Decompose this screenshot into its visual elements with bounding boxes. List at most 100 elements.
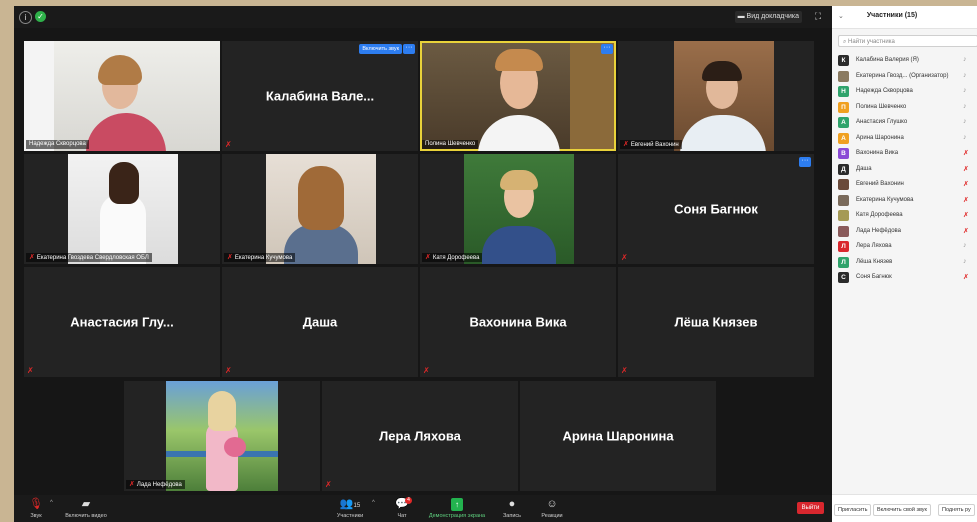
- video-tile-knyazev[interactable]: Лёша Князев ✗: [618, 267, 814, 377]
- reactions-button[interactable]: ☺ Реакции: [538, 498, 566, 519]
- participant-mic-icon: ♪: [963, 87, 967, 94]
- participants-button[interactable]: 👥15 Участники: [334, 498, 366, 519]
- search-participant-input[interactable]: ⌕ Найти участника: [838, 35, 977, 47]
- participant-name: Арина Шаронина: [856, 134, 904, 141]
- participant-avatar: П: [838, 101, 849, 113]
- unmute-me-button[interactable]: Включить свой звук: [873, 504, 931, 516]
- zoom-window: i ✓ ▬ Вид докладчика ⛶ Надежда Скворцова…: [14, 6, 977, 522]
- video-tile-kalabina[interactable]: Калабина Вале... Включить звук ··· ✗: [222, 41, 418, 151]
- participant-row[interactable]: Д Даша ✗: [832, 162, 977, 178]
- video-tile-nefedova[interactable]: ✗ Лада Нефёдова: [124, 381, 320, 491]
- participant-avatar: В: [838, 148, 849, 159]
- person-hair: [702, 61, 742, 81]
- fullscreen-icon[interactable]: ⛶: [812, 10, 824, 22]
- tile-display-name: Арина Шаронина: [562, 428, 674, 444]
- participant-mic-icon: ♪: [963, 56, 967, 63]
- participant-mic-icon: ✗: [963, 150, 969, 157]
- mic-muted-icon: ✗: [621, 253, 628, 262]
- person-hair: [109, 162, 139, 204]
- video-label: Включить видео: [65, 513, 107, 519]
- video-tile-lyakhova[interactable]: Лера Ляхова ✗: [322, 381, 518, 491]
- participant-row[interactable]: Л Лёша Князев ♪: [832, 255, 977, 271]
- video-tile-glushko[interactable]: Анастасия Глу... ✗: [24, 267, 220, 377]
- speaker-view-icon: ▬: [737, 13, 747, 20]
- participant-name: Полина Шевченко: [856, 103, 907, 110]
- mic-muted-icon: ✗: [423, 366, 430, 375]
- info-icon[interactable]: i: [19, 11, 32, 24]
- participant-row[interactable]: А Анастасия Глушко ♪: [832, 115, 977, 131]
- participant-row[interactable]: Евгений Вахонин ✗: [832, 177, 977, 193]
- participant-row[interactable]: С Соня Багнюк ✗: [832, 270, 977, 286]
- tile-display-name: Даша: [302, 314, 338, 330]
- participant-row[interactable]: Катя Дорофеева ✗: [832, 208, 977, 224]
- participants-chevron-icon[interactable]: ^: [372, 500, 375, 506]
- tile-display-name: Лёша Князев: [674, 314, 758, 330]
- record-button[interactable]: ● Запись: [500, 498, 524, 519]
- video-button[interactable]: ▰ Включить видео: [60, 498, 112, 519]
- invite-button[interactable]: Пригласить: [834, 504, 872, 516]
- audio-button[interactable]: 🎙 Звук: [24, 498, 48, 519]
- reactions-icon: ☺: [546, 498, 558, 510]
- video-tile-dorofeeva[interactable]: ✗ Катя Дорофеева: [420, 154, 616, 264]
- participant-mic-icon: ♪: [963, 118, 967, 125]
- participant-row[interactable]: Лада Нефёдова ✗: [832, 224, 977, 240]
- video-tile-bagnyuk[interactable]: Соня Багнюк ··· ✗: [618, 154, 814, 264]
- tile-name-tag: Полина Шевченко: [422, 140, 479, 149]
- participant-name: Екатерина Гвозд... (Организатор): [856, 72, 949, 79]
- furniture: [570, 43, 614, 149]
- participant-row[interactable]: А Арина Шаронина ♪: [832, 131, 977, 147]
- video-tile-gvozdeva[interactable]: ✗ Екатерина Гвоздева Свердловская ОБЛ: [24, 154, 220, 264]
- tile-display-name: Калабина Вале...: [265, 88, 375, 104]
- tile-name-tag: Надежда Скворцова: [26, 140, 89, 149]
- participant-mic-icon: ✗: [963, 227, 969, 235]
- participant-row[interactable]: К Калабина Валерия (Я) ♪: [832, 53, 977, 69]
- video-tile-kuchumova[interactable]: ✗ Екатерина Кучумова: [222, 154, 418, 264]
- participant-row[interactable]: В Вахонина Вика ✗: [832, 146, 977, 162]
- participant-mic-icon: ♪: [963, 133, 967, 141]
- raise-hand-button[interactable]: Поднять ру: [938, 504, 975, 516]
- video-tile-skvortsova[interactable]: Надежда Скворцова: [24, 41, 220, 151]
- more-options-icon[interactable]: ···: [403, 44, 415, 54]
- participant-mic-icon: ✗: [963, 181, 969, 188]
- participants-icon: 👥15: [339, 498, 361, 510]
- tile-name: Евгений Вахонин: [630, 142, 679, 148]
- participant-row[interactable]: Екатерина Гвозд... (Организатор) ♪: [832, 69, 977, 85]
- shield-icon[interactable]: ✓: [35, 11, 46, 22]
- audio-options-chevron-icon[interactable]: ^: [50, 500, 53, 506]
- video-tile-sharonina[interactable]: Арина Шаронина: [520, 381, 716, 491]
- mic-muted-icon: ✗: [227, 254, 233, 261]
- panel-title: Участники (15): [866, 12, 918, 19]
- video-tile-dasha[interactable]: Даша ✗: [222, 267, 418, 377]
- tile-name-tag: ✗ Екатерина Кучумова: [224, 253, 296, 262]
- tile-name: Лада Нефёдова: [136, 482, 182, 488]
- more-options-icon[interactable]: ···: [799, 157, 811, 167]
- participant-name: Лёша Князев: [856, 258, 893, 265]
- mic-muted-icon: ✗: [27, 366, 34, 375]
- participant-mic-icon: ♪: [963, 242, 967, 249]
- tile-name-tag: ✗ Катя Дорофеева: [422, 253, 483, 262]
- search-placeholder: Найти участника: [848, 39, 895, 45]
- participant-row[interactable]: Л Лера Ляхова ♪: [832, 239, 977, 255]
- participant-name: Вахонина Вика: [856, 150, 899, 156]
- tile-name: Екатерина Кучумова: [234, 255, 293, 261]
- speaker-view-button[interactable]: ▬ Вид докладчика: [734, 11, 802, 23]
- participant-avatar: [838, 225, 849, 237]
- participant-avatar: [838, 70, 849, 82]
- participant-name: Катя Дорофеева: [856, 212, 903, 218]
- more-options-icon[interactable]: ···: [601, 44, 613, 54]
- participant-list: К Калабина Валерия (Я) ♪ Екатерина Гвозд...…: [832, 53, 977, 286]
- video-tile-vakhonin[interactable]: ✗ Евгений Вахонин: [618, 41, 814, 151]
- audio-label: Звук: [30, 513, 42, 519]
- unmute-button[interactable]: Включить звук: [359, 44, 402, 54]
- video-tile-shevchenko[interactable]: ··· Полина Шевченко: [420, 41, 616, 151]
- tile-name: Катя Дорофеева: [432, 255, 480, 261]
- share-screen-button[interactable]: ↑ Демонстрация экрана: [426, 498, 488, 519]
- record-label: Запись: [502, 513, 522, 519]
- participant-row[interactable]: Екатерина Кучумова ✗: [832, 193, 977, 209]
- participant-row[interactable]: Н Надежда Скворцова ♪: [832, 84, 977, 100]
- leave-button[interactable]: Выйти: [797, 502, 824, 514]
- tile-display-name: Анастасия Глу...: [70, 314, 174, 330]
- person-hair: [495, 49, 543, 71]
- video-tile-vakhonina[interactable]: Вахонина Вика ✗: [420, 267, 616, 377]
- participant-row[interactable]: П Полина Шевченко ♪: [832, 100, 977, 116]
